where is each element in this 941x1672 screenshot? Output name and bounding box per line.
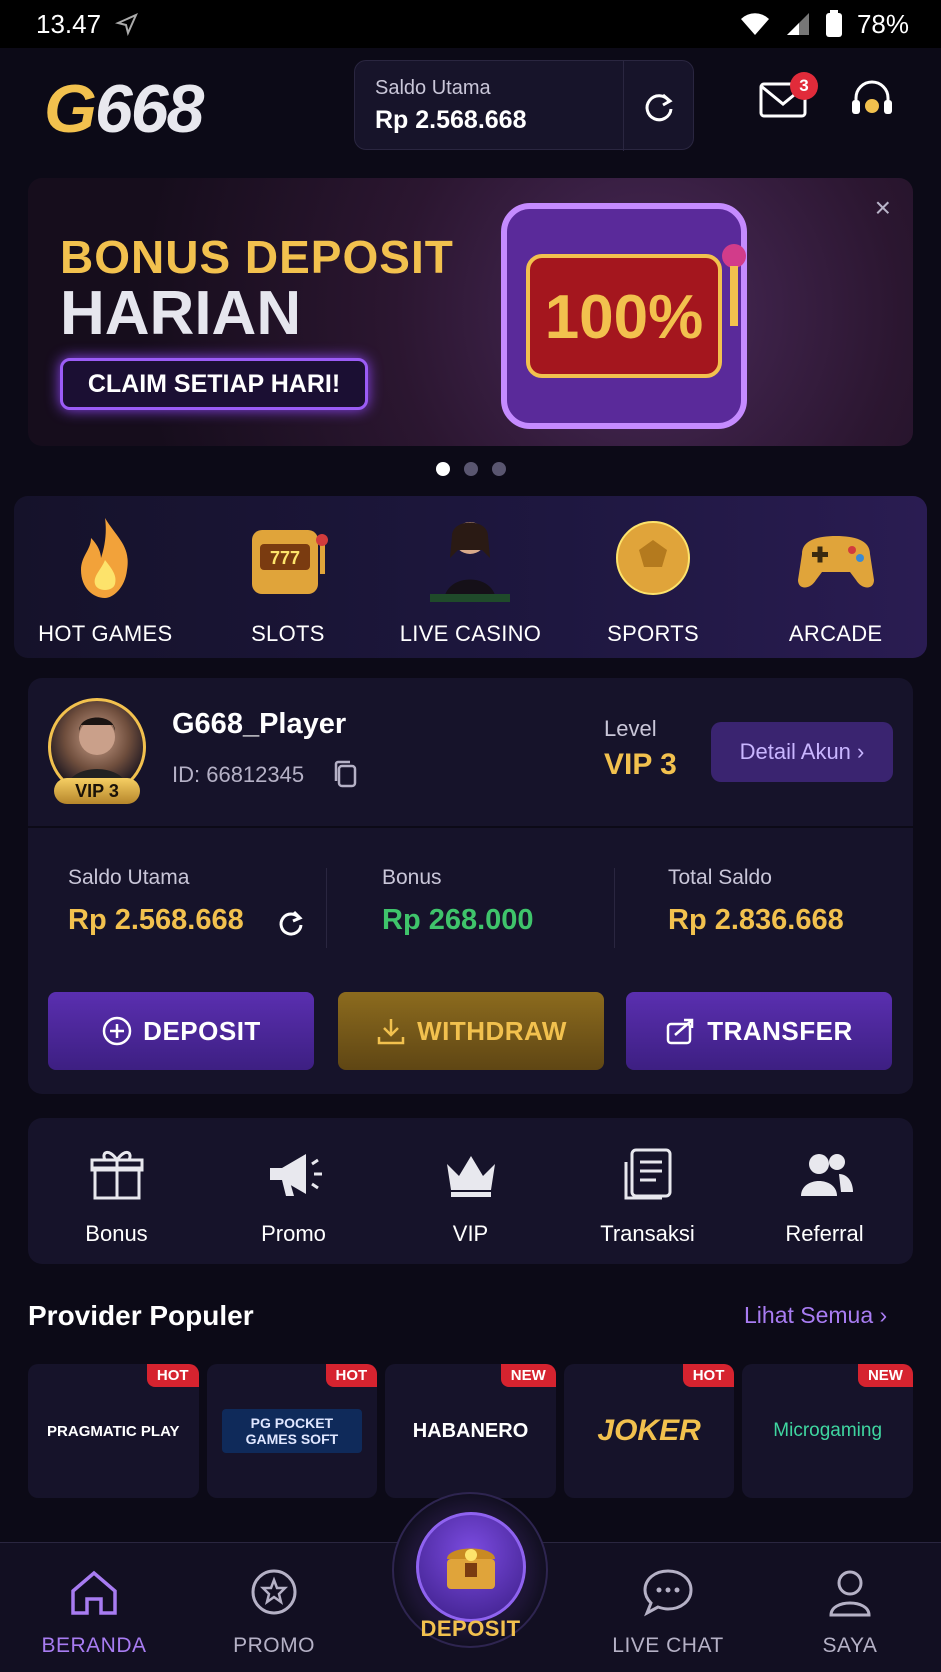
chat-bubble-icon — [643, 1569, 693, 1617]
users-icon — [800, 1154, 853, 1196]
home-icon — [71, 1570, 117, 1615]
banner-dot[interactable] — [463, 462, 478, 476]
category-slots[interactable]: 777 SLOTS — [203, 510, 373, 647]
chevron-right-icon: › — [879, 1302, 888, 1328]
download-icon — [377, 1019, 405, 1045]
level-label: Level — [604, 716, 657, 741]
battery-level: 78% — [856, 8, 909, 39]
status-bar: 13.47 78% — [0, 0, 941, 48]
location-arrow-icon — [115, 13, 139, 36]
treasure-chest-icon — [416, 1512, 526, 1622]
new-tag: NEW — [500, 1364, 556, 1387]
banner-dot[interactable] — [435, 462, 450, 476]
nav-live-chat[interactable]: LIVE CHAT — [574, 1543, 762, 1672]
wifi-icon — [740, 13, 769, 35]
header-balance: Saldo Utama Rp 2.568.668 — [354, 60, 694, 151]
banner-subtitle: HARIAN — [60, 279, 302, 348]
svg-text:777: 777 — [270, 548, 300, 568]
signal-icon — [786, 13, 809, 35]
quick-transaction[interactable]: Transaksi — [568, 1144, 728, 1264]
slot-machine-icon: 777 — [251, 530, 328, 594]
provider-logo: HABANERO — [412, 1419, 529, 1442]
badge-star-icon — [251, 1569, 297, 1615]
app-logo[interactable]: G668 — [44, 70, 204, 148]
provider-card[interactable]: HOT PRAGMATIC PLAY — [28, 1364, 199, 1498]
nav-promo[interactable]: PROMO — [180, 1543, 368, 1672]
transfer-button[interactable]: TRANSFER — [626, 992, 892, 1070]
bonus-balance: Bonus Rp 268.000 — [382, 866, 534, 936]
provider-logo: PG POCKET GAMES SOFT — [221, 1409, 362, 1453]
withdraw-button[interactable]: WITHDRAW — [338, 992, 604, 1070]
main-balance: Saldo Utama Rp 2.568.668 — [68, 866, 244, 936]
dealer-icon — [430, 522, 511, 602]
gamepad-icon — [797, 536, 874, 588]
user-icon — [829, 1570, 871, 1617]
provider-card[interactable]: HOT JOKER — [563, 1364, 735, 1498]
plus-circle-icon — [102, 1016, 132, 1046]
category-live-casino[interactable]: LIVE CASINO — [385, 510, 555, 647]
transfer-icon — [666, 1018, 694, 1045]
refresh-icon[interactable] — [276, 908, 306, 938]
account-card: VIP 3 G668_Player ID: 66812345 Level VIP… — [28, 678, 913, 1094]
deposit-button[interactable]: DEPOSIT — [48, 992, 314, 1070]
refresh-icon[interactable] — [639, 87, 679, 127]
detail-account-button[interactable]: Detail Akun › — [711, 722, 893, 782]
receipt-icon — [624, 1148, 671, 1200]
nav-profile[interactable]: SAYA — [756, 1543, 941, 1672]
slot-machine-illustration: 100% — [501, 203, 747, 429]
level-value: VIP 3 — [604, 748, 677, 781]
ball-icon — [616, 521, 691, 595]
category-arcade[interactable]: ARCADE — [751, 510, 921, 647]
chevron-right-icon: › — [857, 739, 865, 764]
copy-icon[interactable] — [332, 760, 358, 788]
quick-vip[interactable]: VIP — [391, 1144, 551, 1264]
category-hot-games[interactable]: HOT GAMES — [20, 510, 190, 647]
user-id: ID: 66812345 — [172, 762, 305, 787]
quick-menu: Bonus Promo VIP Transaksi Referral — [28, 1118, 913, 1264]
provider-card[interactable]: NEW HABANERO — [385, 1364, 556, 1498]
provider-card[interactable]: HOT PG POCKET GAMES SOFT — [206, 1364, 378, 1498]
new-tag: NEW — [857, 1364, 913, 1387]
clock: 13.47 — [36, 8, 102, 39]
vip-badge: VIP 3 — [54, 778, 140, 804]
app-header: G668 Saldo Utama Rp 2.568.668 3 — [0, 48, 941, 168]
quick-bonus[interactable]: Bonus — [37, 1144, 197, 1264]
header-balance-value: Rp 2.568.668 — [375, 106, 527, 134]
hot-tag: HOT — [682, 1364, 735, 1387]
banner-dot[interactable] — [491, 462, 506, 476]
battery-icon — [825, 10, 842, 37]
fire-icon — [81, 518, 128, 598]
hot-tag: HOT — [325, 1364, 378, 1387]
nav-home[interactable]: BERANDA — [0, 1543, 188, 1672]
promo-banner[interactable]: BONUS DEPOSIT HARIAN CLAIM SETIAP HARI! … — [28, 178, 913, 446]
provider-logo: Microgaming — [773, 1420, 883, 1441]
headset-icon[interactable] — [848, 76, 896, 124]
banner-pagination — [0, 462, 941, 476]
total-balance: Total Saldo Rp 2.836.668 — [668, 866, 844, 936]
banner-title: BONUS DEPOSIT — [60, 231, 454, 283]
mail-badge: 3 — [790, 72, 818, 100]
game-categories: HOT GAMES 777 SLOTS LIVE CASINO SPORTS A… — [14, 496, 927, 658]
category-sports[interactable]: SPORTS — [568, 510, 738, 647]
provider-list: HOT PRAGMATIC PLAY HOT PG POCKET GAMES S… — [28, 1364, 913, 1498]
providers-title: Provider Populer — [28, 1300, 254, 1331]
see-all-link[interactable]: Lihat Semua › — [744, 1302, 887, 1329]
provider-logo: PRAGMATIC PLAY — [47, 1422, 180, 1440]
hot-tag: HOT — [146, 1364, 199, 1387]
quick-promo[interactable]: Promo — [214, 1144, 374, 1264]
deposit-fab-label: DEPOSIT — [420, 1616, 521, 1641]
header-balance-label: Saldo Utama — [375, 77, 491, 99]
quick-referral[interactable]: Referral — [745, 1144, 905, 1264]
provider-card[interactable]: NEW Microgaming — [742, 1364, 913, 1498]
megaphone-icon — [269, 1154, 322, 1196]
svg-text:100%: 100% — [545, 283, 704, 352]
close-icon[interactable]: × — [875, 192, 891, 224]
claim-button[interactable]: CLAIM SETIAP HARI! — [60, 358, 368, 410]
username: G668_Player — [172, 708, 347, 740]
gift-icon — [90, 1151, 143, 1200]
provider-logo: JOKER — [597, 1414, 701, 1447]
crown-icon — [446, 1156, 495, 1197]
